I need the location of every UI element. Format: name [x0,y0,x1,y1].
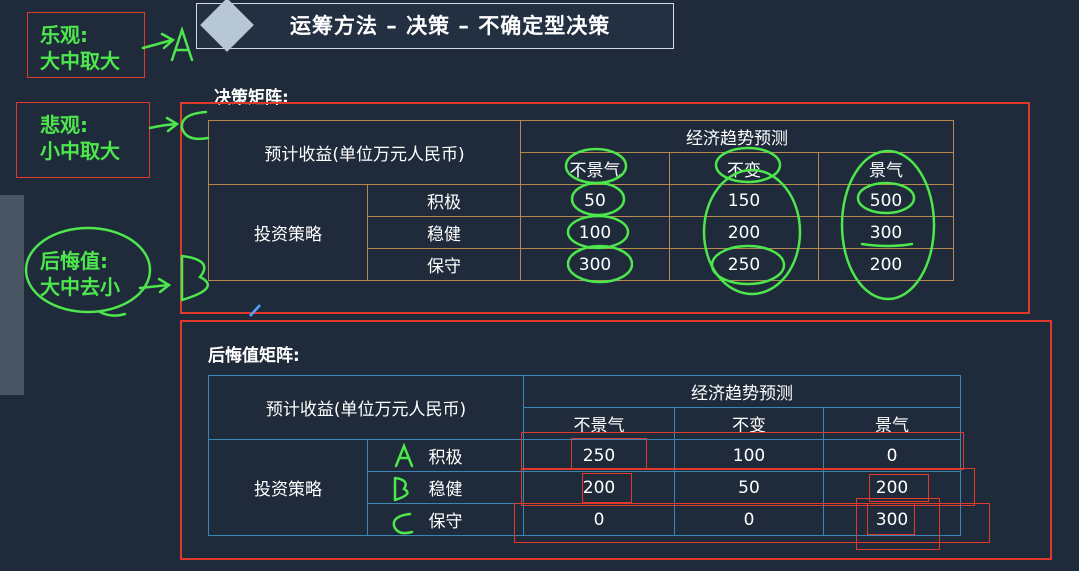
regret-matrix-title: 后悔值矩阵: [208,346,300,366]
pessimistic-note: 悲观: 小中取大 [40,112,120,164]
column-header: 景气 [818,152,954,185]
optimistic-rule: 大中取大 [40,49,120,73]
scroll-strip[interactable] [0,195,24,395]
group-header: 经济趋势预测 [520,120,954,153]
table-cell: 300 [520,248,670,281]
row-label: 积极 [367,184,521,217]
table-cell: 500 [818,184,954,217]
table-cell: 250 [669,248,819,281]
table-cell: 50 [520,184,670,217]
regret-rule: 大中去小 [40,275,120,299]
row-label: 稳健 [367,216,521,249]
pessimistic-label: 悲观: [40,113,88,137]
row-label: 保守 [367,503,524,536]
decision-matrix-table: 预计收益(单位万元人民币) 经济趋势预测 不景气 不变 景气 投资策略 积极 5… [208,120,954,281]
row-group-header: 投资策略 [208,439,368,536]
table-cell: 300 [818,216,954,249]
max-cell-highlight [856,498,940,550]
group-header: 经济趋势预测 [523,375,961,408]
max-cell-highlight [582,473,632,503]
table-cell: 100 [520,216,670,249]
table-cell: 200 [818,248,954,281]
column-header: 不景气 [520,152,670,185]
optimistic-note: 乐观: 大中取大 [40,22,120,74]
table-cell: 200 [669,216,819,249]
row-label: 积极 [367,439,524,472]
slide-title: 运筹方法 – 决策 – 不确定型决策 [290,14,611,38]
max-cell-highlight [571,438,647,470]
regret-note: 后悔值: 大中去小 [40,248,120,300]
pessimistic-rule: 小中取大 [40,139,120,163]
row-label: 稳健 [367,471,524,504]
corner-header: 预计收益(单位万元人民币) [208,375,524,440]
table-cell: 150 [669,184,819,217]
regret-label: 后悔值: [40,249,108,273]
row-group-header: 投资策略 [208,184,368,281]
optimistic-label: 乐观: [40,23,88,47]
column-header: 不变 [669,152,819,185]
row-label: 保守 [367,248,521,281]
corner-header: 预计收益(单位万元人民币) [208,120,521,185]
